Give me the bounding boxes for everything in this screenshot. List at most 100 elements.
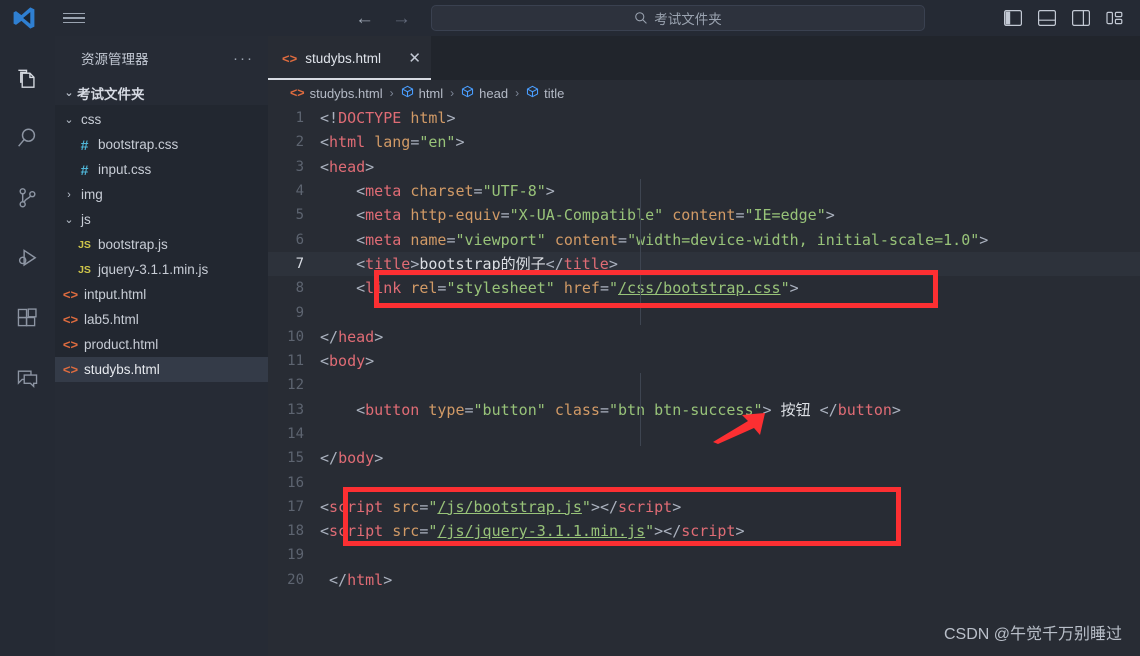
code-token-tag: html bbox=[347, 570, 384, 589]
line-number: 4 bbox=[295, 183, 304, 200]
tree-item-css[interactable]: ⌄ css bbox=[55, 107, 268, 132]
breadcrumb-separator: › bbox=[450, 86, 455, 100]
breadcrumb-item-head[interactable]: head bbox=[461, 85, 508, 101]
code-token-punc bbox=[401, 206, 410, 224]
breadcrumb-item-studybs-html[interactable]: <> studybs.html bbox=[290, 86, 383, 101]
code-line-9[interactable]: 9 bbox=[268, 300, 1140, 324]
navigation-arrows: ← → bbox=[355, 0, 411, 36]
code-line-4[interactable]: 4 <meta charset="UTF-8"> bbox=[268, 179, 1140, 203]
code-token-tag: script bbox=[681, 522, 736, 541]
code-line-8[interactable]: 8 <link rel="stylesheet" href="/css/boot… bbox=[268, 276, 1140, 300]
code-token-punc bbox=[401, 182, 410, 200]
tree-item-intput-html[interactable]: <> intput.html bbox=[55, 282, 268, 307]
toggle-primary-sidebar-icon[interactable] bbox=[1004, 10, 1022, 26]
code-token-link[interactable]: /js/jquery-3.1.1.min.js bbox=[437, 522, 645, 540]
code-token-punc bbox=[401, 279, 410, 297]
line-number: 14 bbox=[287, 426, 304, 442]
line-number: 8 bbox=[295, 280, 304, 297]
code-line-14[interactable]: 14 bbox=[268, 422, 1140, 446]
code-line-7[interactable]: 7 <title>bootstrap的例子</title> bbox=[268, 251, 1140, 277]
code-editor[interactable]: 1 <!DOCTYPE html> 2 <html lang="en"> 3 <head>… bbox=[268, 106, 1140, 656]
code-line-6[interactable]: 6 <meta name="viewport" content="width=d… bbox=[268, 227, 1140, 251]
tree-item-js[interactable]: ⌄ js bbox=[55, 207, 268, 232]
code-line-20[interactable]: 20 </html> bbox=[268, 568, 1140, 592]
tree-item-img[interactable]: › img bbox=[55, 182, 268, 207]
code-token-punc: < bbox=[320, 352, 330, 371]
breadcrumb: <> studybs.html › html › head › title bbox=[268, 80, 1140, 106]
search-value: 考试文件夹 bbox=[654, 12, 722, 27]
close-icon[interactable]: ✕ bbox=[408, 49, 421, 67]
code-line-11[interactable]: 11 <body> bbox=[268, 349, 1140, 373]
sidebar-item-search[interactable] bbox=[0, 108, 55, 168]
sidebar-item-extensions[interactable] bbox=[0, 288, 55, 348]
explorer-more-actions-icon[interactable]: ··· bbox=[233, 50, 254, 67]
tree-item-product-html[interactable]: <> product.html bbox=[55, 332, 268, 357]
code-line-18[interactable]: 18 <script src="/js/jquery-3.1.1.min.js">… bbox=[268, 519, 1140, 543]
code-line-3[interactable]: 3 <head> bbox=[268, 155, 1140, 179]
code-token-punc bbox=[383, 522, 392, 540]
sidebar-item-comments[interactable] bbox=[0, 348, 55, 408]
tree-item-studybs-html[interactable]: <> studybs.html bbox=[55, 357, 268, 382]
line-number: 12 bbox=[287, 377, 304, 394]
code-token-punc: < bbox=[320, 206, 366, 225]
line-number: 15 bbox=[287, 450, 304, 467]
tree-item-bootstrap-css[interactable]: # bootstrap.css bbox=[55, 132, 268, 157]
code-line-15[interactable]: 15 </body> bbox=[268, 446, 1140, 470]
breadcrumb-item-html[interactable]: html bbox=[401, 85, 443, 101]
tab-studybs-html[interactable]: <> studybs.html ✕ bbox=[268, 36, 431, 80]
code-token-punc: > bbox=[365, 157, 375, 176]
html-file-icon: <> bbox=[62, 312, 79, 327]
explorer-sidebar: 资源管理器 ··· ⌄ 考试文件夹 ⌄ css # bootstrap.css # inp… bbox=[55, 36, 268, 656]
sidebar-item-run-and-debug[interactable] bbox=[0, 228, 55, 288]
toggle-panel-icon[interactable] bbox=[1038, 10, 1056, 26]
code-token-attr: name bbox=[410, 230, 447, 249]
toggle-secondary-sidebar-icon[interactable] bbox=[1072, 10, 1090, 26]
code-line-text: <meta name="viewport" content="width=dev… bbox=[320, 231, 988, 249]
code-line-12[interactable]: 12 bbox=[268, 373, 1140, 397]
code-line-text: <link rel="stylesheet" href="/css/bootst… bbox=[320, 279, 799, 297]
tree-item-jquery-3-1-1-min-js[interactable]: JS jquery-3.1.1.min.js bbox=[55, 257, 268, 282]
code-token-link[interactable]: /css/bootstrap.css bbox=[618, 279, 781, 297]
breadcrumb-item-title[interactable]: title bbox=[526, 85, 564, 101]
code-token-tag: button bbox=[365, 401, 420, 420]
search-input[interactable]: 考试文件夹 bbox=[431, 5, 925, 31]
line-number: 7 bbox=[295, 255, 304, 272]
code-token-punc: > bbox=[365, 352, 375, 371]
code-line-1[interactable]: 1 <!DOCTYPE html> bbox=[268, 106, 1140, 130]
sidebar-item-source-control[interactable] bbox=[0, 168, 55, 228]
customize-layout-icon[interactable] bbox=[1106, 10, 1124, 26]
code-token-link[interactable]: /js/bootstrap.js bbox=[437, 498, 582, 516]
tree-item-lab5-html[interactable]: <> lab5.html bbox=[55, 307, 268, 332]
forward-arrow-icon[interactable]: → bbox=[392, 9, 411, 28]
tree-item-bootstrap-js[interactable]: JS bootstrap.js bbox=[55, 232, 268, 257]
back-arrow-icon[interactable]: ← bbox=[355, 9, 374, 28]
code-line-19[interactable]: 19 bbox=[268, 543, 1140, 567]
root-folder-row[interactable]: ⌄ 考试文件夹 bbox=[55, 80, 268, 105]
code-token-punc: > bbox=[608, 255, 618, 274]
code-token-str: "viewport" bbox=[455, 230, 546, 249]
code-token-punc bbox=[555, 279, 564, 297]
code-line-text: <button type="button" class="btn btn-suc… bbox=[320, 399, 901, 420]
code-line-16[interactable]: 16 bbox=[268, 470, 1140, 494]
code-line-5[interactable]: 5 <meta http-equiv="X-UA-Compatible" con… bbox=[268, 203, 1140, 227]
code-token-tag: body bbox=[338, 449, 375, 468]
tab-label: studybs.html bbox=[305, 50, 381, 66]
sidebar-item-explorer[interactable] bbox=[0, 48, 55, 108]
tree-item-input-css[interactable]: # input.css bbox=[55, 157, 268, 182]
code-token-punc: </ bbox=[320, 327, 339, 346]
hamburger-menu-icon[interactable] bbox=[54, 0, 94, 36]
line-number: 5 bbox=[295, 207, 304, 224]
js-file-icon: JS bbox=[78, 263, 91, 276]
code-line-10[interactable]: 10 </head> bbox=[268, 325, 1140, 349]
code-line-2[interactable]: 2 <html lang="en"> bbox=[268, 130, 1140, 154]
code-token-tag: DOCTYPE bbox=[338, 109, 402, 128]
root-folder-label: 考试文件夹 bbox=[77, 86, 145, 102]
code-token-punc bbox=[383, 498, 392, 516]
symbol-cube-icon bbox=[461, 85, 474, 101]
code-line-13[interactable]: 13 <button type="button" class="btn btn-… bbox=[268, 398, 1140, 422]
watermark: CSDN @午觉千万别睡过 bbox=[943, 626, 1122, 643]
code-token-tag: head bbox=[329, 157, 366, 176]
code-line-17[interactable]: 17 <script src="/js/bootstrap.js"></scrip… bbox=[268, 495, 1140, 519]
code-token-punc bbox=[401, 109, 410, 127]
html-file-icon: <> bbox=[62, 362, 79, 377]
